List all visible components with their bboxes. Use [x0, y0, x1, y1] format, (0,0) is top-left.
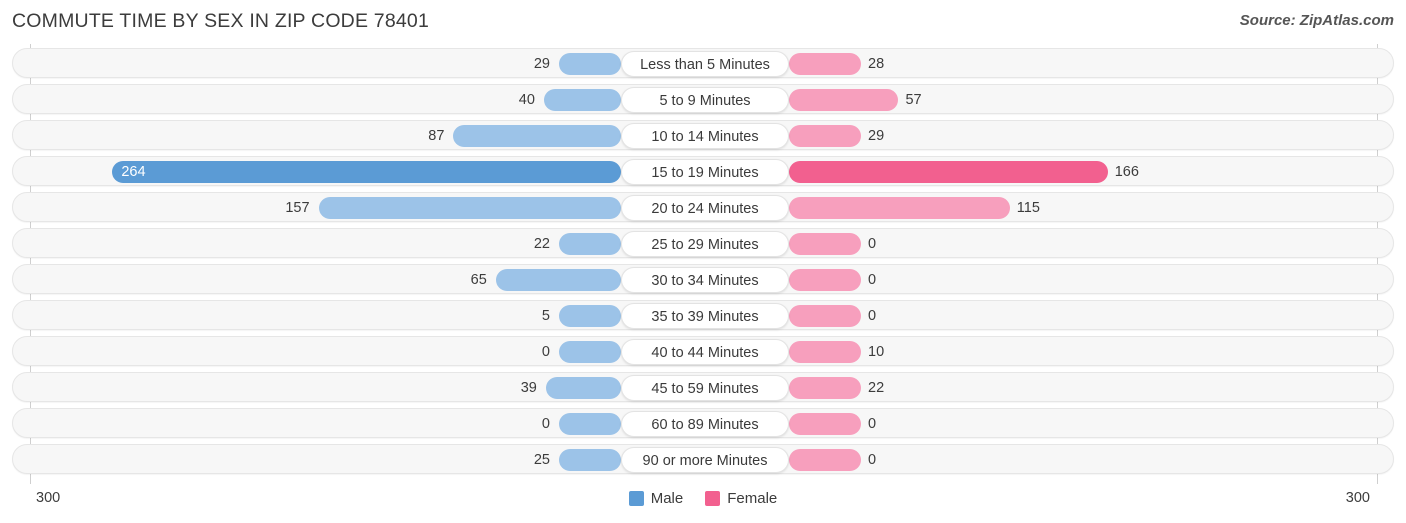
bar-female[interactable] — [789, 377, 861, 399]
value-label-female: 57 — [905, 92, 922, 108]
category-label-pill: 20 to 24 Minutes — [621, 195, 789, 221]
value-label-female: 0 — [868, 416, 877, 432]
bar-male[interactable] — [559, 341, 621, 363]
value-label-male: 157 — [285, 200, 310, 216]
value-label-female: 0 — [868, 272, 877, 288]
category-label-pill: 35 to 39 Minutes — [621, 303, 789, 329]
bar-male[interactable] — [495, 269, 621, 291]
table-row[interactable]: 5 0 35 to 39 Minutes — [12, 300, 1394, 330]
chart-legend: Male Female — [0, 490, 1406, 507]
table-row[interactable]: 40 57 5 to 9 Minutes — [12, 84, 1394, 114]
bar-female[interactable] — [789, 197, 1010, 219]
source-attribution: Source: ZipAtlas.com — [1239, 12, 1394, 29]
legend-item-male[interactable]: Male — [628, 490, 684, 507]
table-row[interactable]: 0 0 60 to 89 Minutes — [12, 408, 1394, 438]
value-label-female: 115 — [1016, 200, 1040, 216]
value-label-male: 0 — [541, 416, 550, 432]
bar-male[interactable] — [453, 125, 621, 147]
value-label-female: 0 — [868, 308, 877, 324]
table-row[interactable]: 25 0 90 or more Minutes — [12, 444, 1394, 474]
table-row[interactable]: 65 0 30 to 34 Minutes — [12, 264, 1394, 294]
value-label-male: 0 — [541, 344, 550, 360]
table-row[interactable]: 29 28 Less than 5 Minutes — [12, 48, 1394, 78]
bar-male[interactable] — [112, 161, 621, 183]
bar-male[interactable] — [559, 233, 621, 255]
bar-female[interactable] — [789, 341, 861, 363]
bar-female[interactable] — [789, 305, 861, 327]
bar-male[interactable] — [318, 197, 621, 219]
bar-female[interactable] — [789, 269, 861, 291]
chart-plot-area: 29 28 Less than 5 Minutes 40 57 5 to 9 Minute… — [0, 44, 1406, 484]
bar-female[interactable] — [789, 53, 861, 75]
value-label-male: 65 — [470, 272, 487, 288]
legend-label: Female — [727, 490, 778, 507]
legend-swatch-icon — [628, 491, 644, 506]
category-label-pill: 90 or more Minutes — [621, 447, 789, 473]
category-label-pill: 40 to 44 Minutes — [621, 339, 789, 365]
bar-male[interactable] — [559, 305, 621, 327]
value-label-female: 28 — [868, 56, 885, 72]
bar-male[interactable] — [559, 449, 621, 471]
value-label-male: 87 — [428, 128, 445, 144]
page-title: COMMUTE TIME BY SEX IN ZIP CODE 78401 — [12, 10, 430, 32]
table-row[interactable]: 157 115 20 to 24 Minutes — [12, 192, 1394, 222]
table-row[interactable]: 0 10 40 to 44 Minutes — [12, 336, 1394, 366]
category-label-pill: 60 to 89 Minutes — [621, 411, 789, 437]
bar-female[interactable] — [789, 233, 861, 255]
category-label-pill: 25 to 29 Minutes — [621, 231, 789, 257]
value-label-female: 22 — [868, 380, 885, 396]
category-label-pill: 5 to 9 Minutes — [621, 87, 789, 113]
legend-item-female[interactable]: Female — [705, 490, 777, 507]
value-label-female: 0 — [868, 236, 877, 252]
bar-female[interactable] — [789, 161, 1108, 183]
value-label-male: 40 — [518, 92, 535, 108]
bar-male[interactable] — [559, 413, 621, 435]
value-label-male: 264 — [121, 164, 146, 180]
bar-female[interactable] — [789, 413, 861, 435]
bar-female[interactable] — [789, 125, 861, 147]
table-row[interactable]: 264 166 15 to 19 Minutes — [12, 156, 1394, 186]
category-label-pill: 45 to 59 Minutes — [621, 375, 789, 401]
value-label-female: 10 — [868, 344, 885, 360]
bar-male[interactable] — [545, 377, 621, 399]
chart-footer: 300 300 Male Female — [0, 484, 1406, 523]
category-label-pill: 30 to 34 Minutes — [621, 267, 789, 293]
table-row[interactable]: 22 0 25 to 29 Minutes — [12, 228, 1394, 258]
bar-male[interactable] — [559, 53, 621, 75]
chart-header: COMMUTE TIME BY SEX IN ZIP CODE 78401 So… — [0, 0, 1406, 44]
table-row[interactable]: 87 29 10 to 14 Minutes — [12, 120, 1394, 150]
bar-female[interactable] — [789, 449, 861, 471]
category-label-pill: 10 to 14 Minutes — [621, 123, 789, 149]
value-label-male: 22 — [533, 236, 550, 252]
bar-male[interactable] — [543, 89, 621, 111]
value-label-male: 39 — [520, 380, 537, 396]
category-label-pill: 15 to 19 Minutes — [621, 159, 789, 185]
value-label-male: 29 — [533, 56, 550, 72]
legend-swatch-icon — [705, 491, 721, 506]
value-label-female: 0 — [868, 452, 877, 468]
table-row[interactable]: 39 22 45 to 59 Minutes — [12, 372, 1394, 402]
bar-female[interactable] — [789, 89, 899, 111]
legend-label: Male — [650, 490, 684, 507]
value-label-female: 166 — [1114, 164, 1139, 180]
value-label-male: 25 — [533, 452, 550, 468]
value-label-female: 29 — [868, 128, 885, 144]
value-label-male: 5 — [541, 308, 550, 324]
category-label-pill: Less than 5 Minutes — [621, 51, 789, 77]
